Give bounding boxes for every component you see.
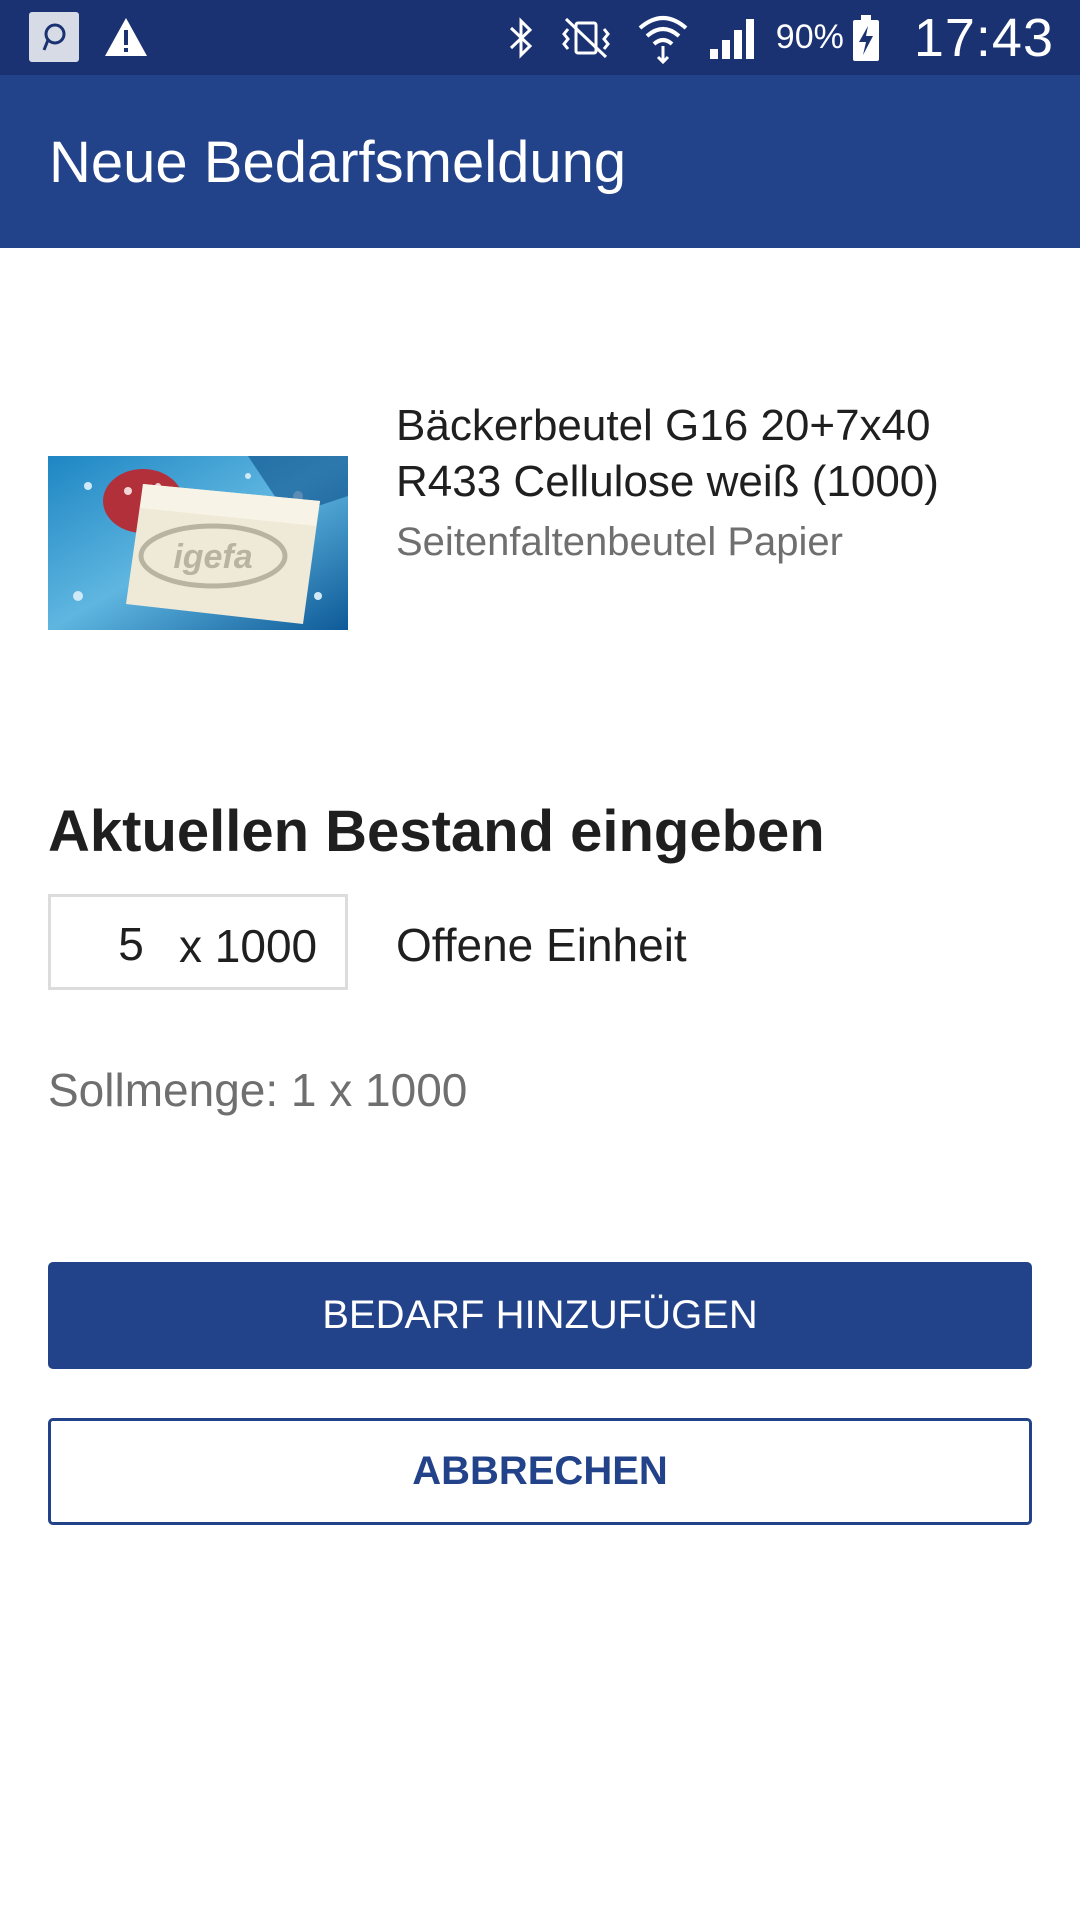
warning-icon	[101, 12, 151, 62]
quantity-unit: x 1000	[179, 920, 318, 972]
quantity-field[interactable]: x 1000	[48, 894, 348, 990]
app-notification-icon	[29, 12, 79, 62]
wifi-icon	[636, 12, 690, 64]
status-bar-system: 90% 17:43	[506, 0, 1054, 75]
product-name: Bäckerbeutel G16 20+7x40 R433 Cellulose …	[396, 401, 939, 506]
unit-label: Offene Einheit	[396, 919, 687, 971]
cancel-button[interactable]: ABBRECHEN	[48, 1418, 1032, 1525]
quantity-input[interactable]	[96, 916, 166, 972]
vibrate-icon	[554, 15, 618, 61]
product-category: Seitenfaltenbeutel Papier	[396, 520, 843, 564]
status-clock: 17:43	[913, 7, 1054, 68]
signal-icon	[708, 15, 758, 61]
target-quantity: Sollmenge: 1 x 1000	[48, 1064, 468, 1116]
page-title: Neue Bedarfsmeldung	[49, 130, 627, 195]
status-bar: 90% 17:43	[0, 0, 1080, 75]
add-demand-button[interactable]: BEDARF HINZUFÜGEN	[48, 1262, 1032, 1369]
battery-charging-icon	[852, 14, 880, 62]
product-image: igefa	[48, 456, 348, 630]
stock-heading: Aktuellen Bestand eingeben	[48, 799, 825, 864]
app-bar: Neue Bedarfsmeldung	[0, 75, 1080, 248]
bluetooth-icon	[506, 15, 536, 61]
battery-percent: 90%	[775, 18, 844, 56]
svg-text:igefa: igefa	[173, 538, 252, 576]
status-bar-notifications	[29, 12, 151, 62]
